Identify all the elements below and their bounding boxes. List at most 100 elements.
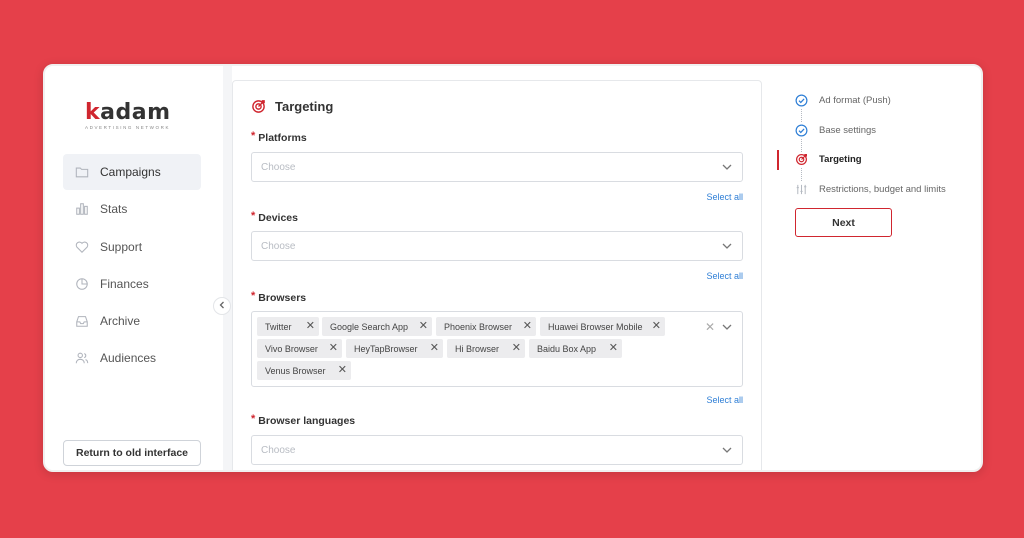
sliders-icon [795, 183, 808, 196]
devices-select[interactable]: Choose [251, 231, 743, 261]
remove-tag-icon[interactable]: ✕ [512, 342, 521, 354]
chevron-down-icon[interactable] [721, 321, 733, 333]
sidebar-item-finances[interactable]: Finances [63, 266, 201, 302]
sidebar-item-stats[interactable]: Stats [63, 191, 201, 227]
required-marker: * [251, 210, 256, 222]
browsers-label-text: Browsers [258, 292, 307, 304]
chevron-down-icon[interactable] [721, 240, 733, 252]
pie-chart-icon [75, 277, 89, 291]
sidebar-item-campaigns[interactable]: Campaigns [63, 154, 201, 190]
active-step-indicator [777, 150, 779, 170]
folder-icon [75, 165, 89, 179]
chevron-down-icon[interactable] [721, 444, 733, 456]
platforms-label: * Platforms [251, 130, 307, 144]
remove-tag-icon[interactable]: ✕ [419, 320, 428, 332]
sidebar-divider [223, 66, 232, 470]
platforms-label-text: Platforms [258, 132, 307, 144]
remove-tag-icon[interactable]: ✕ [523, 320, 532, 332]
sidebar-item-label: Support [100, 239, 143, 254]
step-label: Base settings [819, 125, 877, 136]
logo-wordmark: kadam [85, 102, 171, 124]
sidebar: kadam advertising network Campaigns Stat… [45, 66, 223, 470]
bar-chart-icon [75, 202, 89, 216]
browser-tag: Baidu Box App ✕ [529, 339, 622, 358]
logo-rest: adam [100, 100, 171, 125]
browser-tag-label: Venus Browser [265, 365, 326, 376]
step-base-settings[interactable]: Base settings [795, 124, 876, 137]
logo-k: k [85, 100, 101, 125]
step-restrictions[interactable]: Restrictions, budget and limits [795, 183, 946, 196]
chevron-down-icon[interactable] [721, 161, 733, 173]
browser-tag: Twitter ✕ [257, 317, 319, 336]
devices-placeholder: Choose [261, 241, 296, 252]
step-label: Restrictions, budget and limits [819, 184, 946, 195]
browser-tag: Huawei Browser Mobile ✕ [540, 317, 665, 336]
check-circle-icon [795, 94, 808, 107]
browser-tag-label: Huawei Browser Mobile [548, 321, 643, 332]
browser-languages-placeholder: Choose [261, 445, 296, 456]
remove-tag-icon[interactable]: ✕ [652, 320, 661, 332]
browsers-select-all-link[interactable]: Select all [706, 395, 743, 405]
browser-tag: HeyTapBrowser ✕ [346, 339, 443, 358]
chevron-left-icon [218, 300, 226, 312]
target-icon [795, 153, 808, 166]
sidebar-item-archive[interactable]: Archive [63, 303, 201, 339]
remove-tag-icon[interactable]: ✕ [430, 342, 439, 354]
step-ad-format[interactable]: Ad format (Push) [795, 94, 891, 107]
browser-tag-label: Vivo Browser [265, 343, 318, 354]
browser-languages-label-text: Browser languages [258, 415, 356, 427]
browser-tag-label: Google Search App [330, 321, 409, 332]
browser-tag-label: Hi Browser [455, 343, 500, 354]
remove-tag-icon[interactable]: ✕ [609, 342, 618, 354]
collapse-sidebar-button[interactable] [213, 297, 231, 315]
platforms-select-all-link[interactable]: Select all [706, 192, 743, 202]
sidebar-item-label: Finances [100, 276, 149, 291]
step-label: Ad format (Push) [819, 95, 891, 106]
browser-tag-label: Twitter [265, 321, 292, 332]
step-connector [801, 168, 802, 181]
step-connector [801, 109, 802, 122]
remove-tag-icon[interactable]: ✕ [306, 320, 315, 332]
browser-tag: Venus Browser ✕ [257, 361, 351, 380]
sidebar-item-audiences[interactable]: Audiences [63, 340, 201, 376]
required-marker: * [251, 130, 256, 142]
return-old-interface-button[interactable]: Return to old interface [63, 440, 201, 466]
platforms-select[interactable]: Choose [251, 152, 743, 182]
remove-tag-icon[interactable]: ✕ [338, 364, 347, 376]
browser-tag-label: Phoenix Browser [444, 321, 513, 332]
step-targeting[interactable]: Targeting [795, 153, 862, 166]
sidebar-nav: Campaigns Stats Support Finances Archive… [63, 154, 201, 378]
sidebar-item-label: Archive [100, 314, 141, 329]
browser-languages-select[interactable]: Choose [251, 435, 743, 465]
users-icon [75, 351, 89, 365]
check-circle-icon [795, 124, 808, 137]
app-window: kadam advertising network Campaigns Stat… [43, 64, 983, 472]
required-marker: * [251, 413, 256, 425]
browsers-multiselect[interactable]: Twitter ✕ Google Search App ✕ Phoenix Br… [251, 311, 743, 387]
clear-all-icon[interactable]: ✕ [705, 321, 715, 333]
browser-tag: Phoenix Browser ✕ [436, 317, 536, 336]
browser-tag: Vivo Browser ✕ [257, 339, 342, 358]
sidebar-item-label: Stats [100, 202, 128, 217]
sidebar-item-label: Campaigns [100, 165, 161, 179]
platforms-placeholder: Choose [261, 162, 296, 173]
logo-tagline: advertising network [85, 125, 171, 130]
browser-tag: Hi Browser ✕ [447, 339, 525, 358]
target-icon [251, 99, 266, 114]
browser-tag-label: HeyTapBrowser [354, 343, 418, 354]
step-label: Targeting [819, 154, 862, 165]
browser-tag-label: Baidu Box App [537, 343, 597, 354]
page-title: Targeting [251, 99, 333, 114]
sidebar-item-support[interactable]: Support [63, 229, 201, 265]
next-button[interactable]: Next [795, 208, 892, 237]
devices-select-all-link[interactable]: Select all [706, 271, 743, 281]
browser-languages-label: * Browser languages [251, 413, 356, 427]
devices-label-text: Devices [258, 212, 298, 224]
remove-tag-icon[interactable]: ✕ [329, 342, 338, 354]
required-marker: * [251, 290, 256, 302]
page-title-text: Targeting [275, 99, 334, 114]
inbox-icon [75, 314, 89, 328]
kadam-logo[interactable]: kadam advertising network [85, 102, 171, 131]
heart-icon [75, 240, 89, 254]
step-connector [801, 139, 802, 152]
